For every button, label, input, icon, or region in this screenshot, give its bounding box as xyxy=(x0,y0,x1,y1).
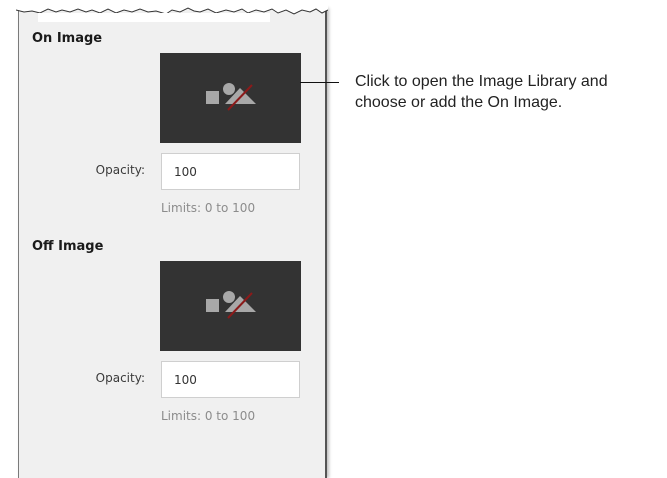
callout-line-2: choose or add the On Image. xyxy=(355,94,563,111)
off-image-picker[interactable] xyxy=(160,261,301,351)
on-opacity-limits: Limits: 0 to 100 xyxy=(161,201,256,215)
image-placeholder-icon xyxy=(206,83,256,111)
torn-edge xyxy=(16,0,328,22)
off-opacity-limits: Limits: 0 to 100 xyxy=(161,409,256,423)
on-image-picker[interactable] xyxy=(160,53,301,143)
off-image-title: Off Image xyxy=(32,239,104,254)
callout-line-1: Click to open the Image Library and xyxy=(355,73,608,90)
callout-connector xyxy=(300,82,339,83)
off-opacity-input[interactable] xyxy=(161,361,300,398)
image-placeholder-icon xyxy=(206,291,256,319)
on-opacity-label: Opacity: xyxy=(95,163,145,177)
on-opacity-input[interactable] xyxy=(161,153,300,190)
on-image-title: On Image xyxy=(32,31,103,46)
off-opacity-label: Opacity: xyxy=(95,371,145,385)
callout-text: Click to open the Image Library and choo… xyxy=(355,71,665,113)
